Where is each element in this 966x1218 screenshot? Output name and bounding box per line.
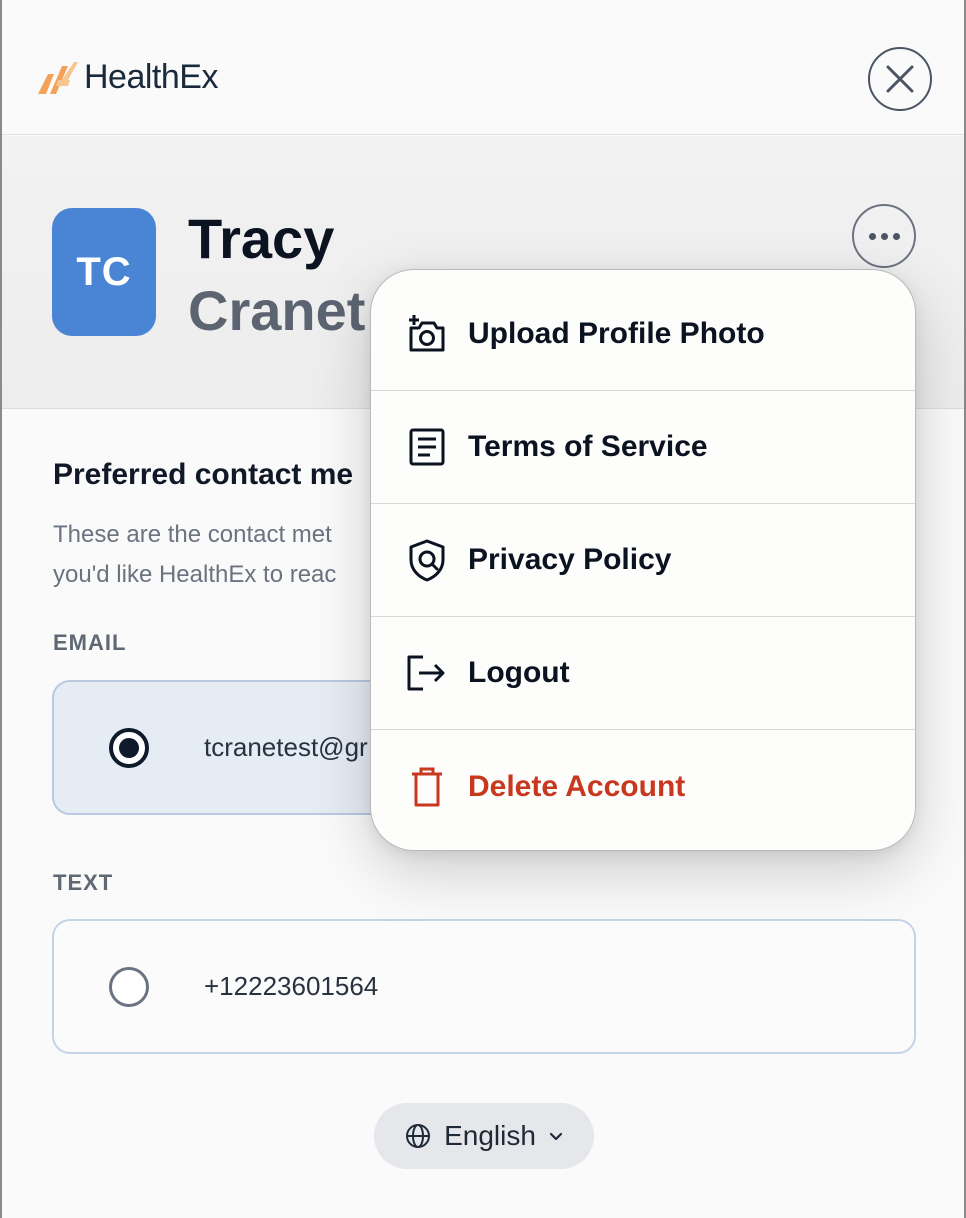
phone-value: +12223601564: [204, 971, 379, 1001]
logo: HealthEx: [36, 58, 218, 97]
language-selector[interactable]: English: [374, 1103, 594, 1169]
close-button[interactable]: [868, 47, 932, 111]
first-name: Tracy: [188, 207, 335, 270]
menu-item-delete-account[interactable]: Delete Account: [371, 730, 915, 843]
app-window: HealthEx TC Tracy Cranet Preferred conta…: [0, 0, 966, 1218]
menu-item-label: Logout: [468, 656, 570, 689]
menu-item-terms[interactable]: Terms of Service: [371, 391, 915, 504]
close-icon: [886, 65, 914, 93]
section-title: Preferred contact me: [53, 458, 354, 491]
menu-item-label: Delete Account: [468, 769, 686, 803]
healthex-logo-icon: [38, 61, 78, 94]
text-option[interactable]: +12223601564: [52, 919, 916, 1054]
menu-item-label: Terms of Service: [468, 430, 708, 463]
trash-icon: [405, 765, 449, 809]
email-value: tcranetest@gr: [204, 732, 368, 762]
avatar: TC: [52, 208, 156, 336]
ellipsis-icon: [868, 232, 900, 240]
language-label: English: [444, 1120, 536, 1151]
globe-icon: [406, 1124, 431, 1148]
menu-item-privacy[interactable]: Privacy Policy: [371, 504, 915, 617]
menu-item-label: Upload Profile Photo: [468, 317, 765, 350]
menu-item-logout[interactable]: Logout: [371, 617, 915, 730]
menu-item-label: Privacy Policy: [468, 543, 672, 576]
avatar-initials: TC: [76, 249, 132, 294]
chevron-down-icon: [549, 1132, 563, 1141]
email-label: EMAIL: [53, 630, 127, 655]
shield-icon: [405, 538, 449, 582]
email-radio[interactable]: [109, 727, 149, 768]
options-menu: Upload Profile Photo Terms of Service Pr…: [370, 269, 916, 851]
document-icon: [405, 425, 449, 469]
text-label: TEXT: [53, 870, 114, 895]
header: HealthEx: [2, 0, 964, 135]
text-radio[interactable]: [109, 966, 149, 1007]
more-options-button[interactable]: [852, 204, 916, 268]
camera-add-icon: [405, 312, 449, 356]
last-name: Cranet: [188, 279, 366, 342]
logout-icon: [405, 651, 449, 695]
menu-item-upload-photo[interactable]: Upload Profile Photo: [371, 278, 915, 391]
logo-text: HealthEx: [84, 58, 218, 96]
